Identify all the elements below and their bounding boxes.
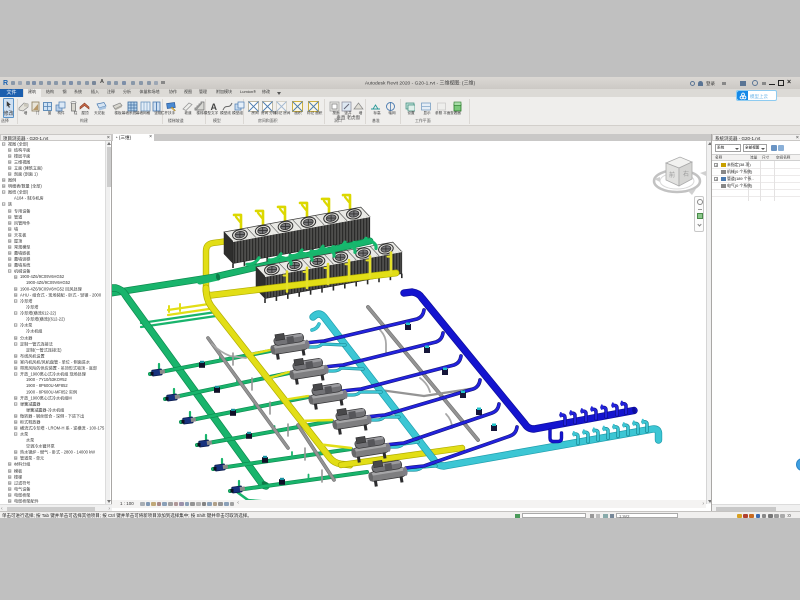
svg-text:前: 前 (669, 171, 675, 179)
svg-text:右: 右 (683, 170, 689, 178)
